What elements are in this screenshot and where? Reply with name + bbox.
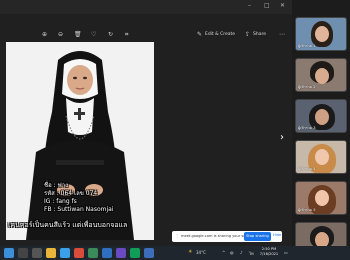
zoom-out-icon[interactable]: ⊖ xyxy=(58,31,63,39)
start-icon[interactable] xyxy=(4,248,14,258)
screen: – □ ✕ ⊕ ⊖ 🗑 ♡ ↻ ⌗ ✎ Edit & Create ⇪ Shar… xyxy=(0,0,350,260)
word-icon[interactable] xyxy=(102,248,112,258)
caption-name: ชื่อ : ฟาง xyxy=(44,182,69,189)
participant-name: ผู้เข้าร่วม 2 xyxy=(298,85,316,89)
participant-face xyxy=(315,109,329,125)
system-clock[interactable]: 2:50 PM 7/16/2021 xyxy=(259,247,279,257)
next-image-icon[interactable]: › xyxy=(280,132,284,143)
search-icon[interactable] xyxy=(18,248,28,258)
crop-icon[interactable]: ⌗ xyxy=(125,31,128,39)
sharing-status-text: meet.google.com is sharing your screen xyxy=(181,234,254,238)
window-titlebar: – □ ✕ xyxy=(0,0,292,14)
weather-icon: ☀ xyxy=(188,249,193,255)
photos-icon[interactable] xyxy=(144,248,154,258)
hide-banner-button[interactable]: Hide xyxy=(273,233,281,237)
participant-face xyxy=(315,68,329,84)
language-icon[interactable]: ไท xyxy=(249,250,254,257)
task-view-icon[interactable] xyxy=(32,248,42,258)
delete-icon[interactable]: 🗑 xyxy=(74,31,82,39)
viewer-toolbar: ⊕ ⊖ 🗑 ♡ ↻ ⌗ ✎ Edit & Create ⇪ Share ⋯ xyxy=(0,28,292,42)
share-button[interactable]: Share xyxy=(253,32,266,37)
participant-tile[interactable]: ผู้เข้าร่วม 5 xyxy=(295,181,347,215)
maximize-icon[interactable]: □ xyxy=(264,2,270,10)
stop-sharing-button[interactable]: Stop sharing xyxy=(244,232,271,241)
notifications-icon[interactable]: ▭ xyxy=(284,250,288,255)
rotate-icon[interactable]: ↻ xyxy=(108,31,113,39)
participant-tile[interactable]: ผู้เข้าร่วม 2 xyxy=(295,58,347,92)
edit-create-button[interactable]: Edit & Create xyxy=(205,32,235,37)
screen-sharing-banner: ⋮ meet.google.com is sharing your screen… xyxy=(172,231,282,242)
participant-face xyxy=(315,149,329,165)
displayed-photo: ชื่อ : ฟาง รหัส : 064 เลข 074 IG : fang … xyxy=(6,42,154,240)
taskbar: ☀ 34°C ^ ◍ ♪ ไท 2:50 PM 7/16/2021 ▭ xyxy=(0,246,350,260)
network-icon[interactable]: ◍ xyxy=(230,250,234,255)
file-explorer-icon[interactable] xyxy=(46,248,56,258)
edit-icon[interactable]: ✎ xyxy=(197,31,202,39)
favorite-icon[interactable]: ♡ xyxy=(91,31,96,39)
store-icon[interactable] xyxy=(88,248,98,258)
minimize-icon[interactable]: – xyxy=(248,2,251,10)
close-icon[interactable]: ✕ xyxy=(280,2,285,10)
chevron-up-icon[interactable]: ^ xyxy=(222,250,225,255)
zoom-in-icon[interactable]: ⊕ xyxy=(42,31,47,39)
caption-facebook: FB : Suttiwan Nasomjai xyxy=(44,206,114,213)
meet-icon[interactable] xyxy=(130,248,140,258)
participant-name: ผู้เข้าร่วม 4 xyxy=(298,167,316,171)
clock-date: 7/16/2021 xyxy=(259,252,279,256)
chrome-icon[interactable] xyxy=(74,248,84,258)
participant-tile[interactable]: ผู้เข้าร่วม 3 xyxy=(295,99,347,133)
caption-message: เคนคอร์เป็นคนสีแร้ว แต่เพื่อนบอกจอแล xyxy=(8,221,128,229)
participant-tile[interactable]: ผู้เข้าร่วม 4 xyxy=(295,140,347,174)
participant-face xyxy=(315,26,329,42)
caption-id: รหัส : 064 เลข 074 xyxy=(44,190,98,197)
photo-viewer-window: – □ ✕ ⊕ ⊖ 🗑 ♡ ↻ ⌗ ✎ Edit & Create ⇪ Shar… xyxy=(0,0,292,246)
participant-face xyxy=(315,190,329,206)
more-options-icon[interactable]: ⋯ xyxy=(279,31,285,39)
participant-name: ผู้เข้าร่วม 5 xyxy=(298,208,316,212)
teams-icon[interactable] xyxy=(116,248,126,258)
participant-tile[interactable]: ผู้เข้าร่วม 1 xyxy=(295,17,347,51)
participant-name: ผู้เข้าร่วม 1 xyxy=(298,44,316,48)
volume-icon[interactable]: ♪ xyxy=(240,250,243,255)
weather-temperature: 34°C xyxy=(196,250,206,255)
participant-name: ผู้เข้าร่วม 3 xyxy=(298,126,316,130)
edge-icon[interactable] xyxy=(60,248,70,258)
share-icon[interactable]: ⇪ xyxy=(245,31,250,39)
drag-handle-icon[interactable]: ⋮ xyxy=(175,233,179,238)
caption-instagram: IG : fang fs xyxy=(44,198,77,205)
